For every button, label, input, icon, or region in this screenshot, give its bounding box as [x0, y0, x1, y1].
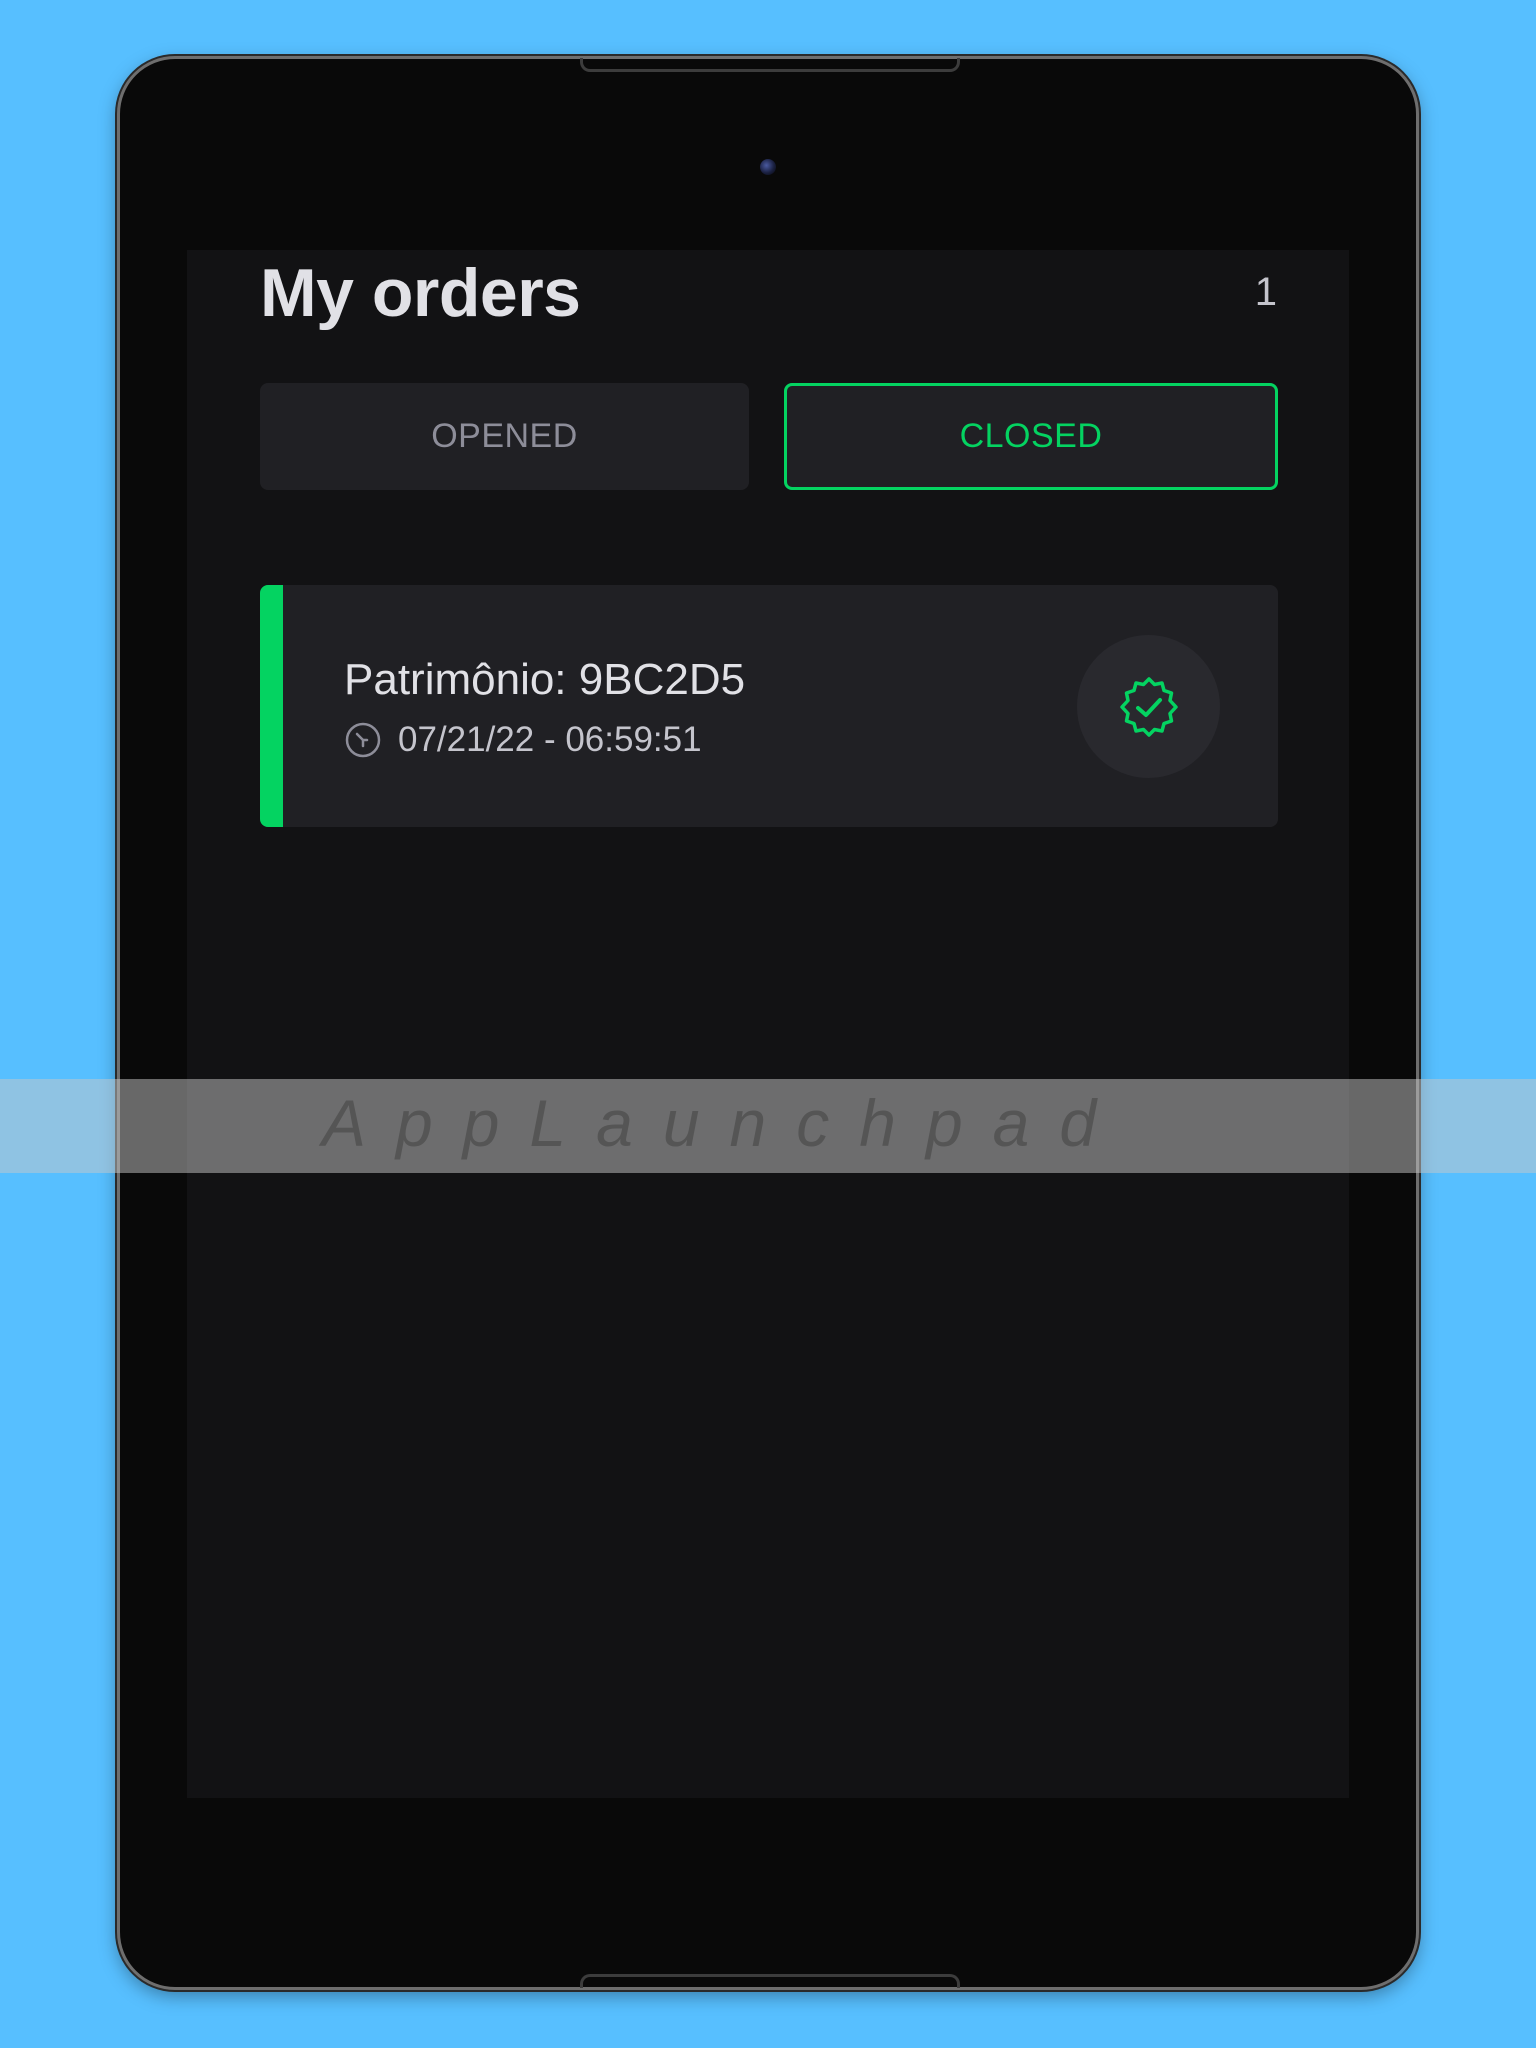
- camera-icon: [760, 159, 776, 175]
- status-accent-bar: [260, 585, 283, 827]
- tab-opened[interactable]: OPENED: [260, 383, 749, 490]
- order-date-row: 07/21/22 - 06:59:51: [344, 720, 702, 760]
- watermark-band: AppLaunchpad: [0, 1079, 1536, 1173]
- order-code: Patrimônio: 9BC2D5: [344, 655, 746, 704]
- verified-badge-icon: [1119, 676, 1178, 737]
- order-datetime: 07/21/22 - 06:59:51: [398, 720, 702, 759]
- tab-closed[interactable]: CLOSED: [784, 383, 1278, 490]
- app-screen: My orders 1 OPENED CLOSED Patrimônio: 9B…: [187, 250, 1349, 1798]
- page-title: My orders: [260, 255, 581, 331]
- order-count: 1: [1254, 270, 1277, 314]
- status-badge: [1077, 635, 1220, 778]
- clock-icon: [345, 722, 381, 758]
- device-bottom-notch: [580, 1974, 960, 1988]
- device-top-notch: [580, 58, 960, 72]
- watermark-text: AppLaunchpad: [322, 1086, 1127, 1160]
- order-card[interactable]: Patrimônio: 9BC2D5 07/21/22 - 06:59:51: [260, 585, 1278, 827]
